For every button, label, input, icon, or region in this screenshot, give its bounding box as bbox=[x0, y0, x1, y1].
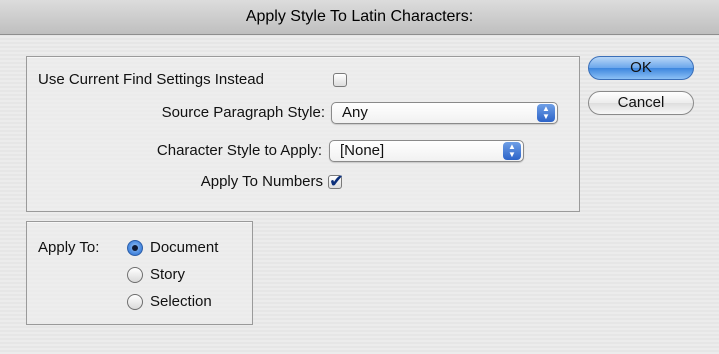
radio-label-story: Story bbox=[150, 266, 186, 283]
character-style-value: [None] bbox=[340, 142, 385, 159]
dialog-title: Apply Style To Latin Characters: bbox=[0, 0, 719, 35]
radio-option-document[interactable]: Document bbox=[127, 236, 247, 260]
dialog-window: Apply Style To Latin Characters: Use Cur… bbox=[0, 0, 719, 354]
character-style-select[interactable]: [None] ▲ ▼ bbox=[329, 140, 524, 162]
use-current-find-checkbox[interactable] bbox=[333, 73, 347, 87]
radio-selected-icon[interactable] bbox=[127, 240, 143, 256]
radio-label-document: Document bbox=[150, 239, 219, 256]
apply-numbers-label: Apply To Numbers bbox=[200, 173, 323, 190]
character-style-label: Character Style to Apply: bbox=[156, 142, 322, 159]
radio-unselected-icon[interactable] bbox=[127, 294, 143, 310]
source-paragraph-value: Any bbox=[342, 104, 368, 121]
ok-button[interactable]: OK bbox=[588, 56, 694, 80]
source-paragraph-select[interactable]: Any ▲ ▼ bbox=[331, 102, 558, 124]
apply-numbers-row: Apply To Numbers bbox=[0, 169, 570, 194]
radio-unselected-icon[interactable] bbox=[127, 267, 143, 283]
select-arrows-icon: ▲ ▼ bbox=[503, 142, 521, 160]
radio-label-selection: Selection bbox=[150, 293, 212, 310]
apply-to-label-row: Apply To: bbox=[38, 236, 118, 260]
use-current-find-row: Use Current Find Settings Instead bbox=[38, 68, 368, 92]
cancel-button[interactable]: Cancel bbox=[588, 91, 694, 115]
source-paragraph-label: Source Paragraph Style: bbox=[161, 104, 325, 121]
apply-to-label: Apply To: bbox=[38, 239, 100, 256]
radio-option-selection[interactable]: Selection bbox=[127, 290, 247, 314]
apply-numbers-checkbox[interactable] bbox=[328, 169, 344, 193]
radio-option-story[interactable]: Story bbox=[127, 263, 247, 287]
source-paragraph-row: Source Paragraph Style: Any ▲ ▼ bbox=[0, 101, 570, 125]
use-current-find-label: Use Current Find Settings Instead bbox=[38, 71, 264, 88]
character-style-row: Character Style to Apply: [None] ▲ ▼ bbox=[0, 139, 570, 163]
select-arrows-icon: ▲ ▼ bbox=[537, 104, 555, 122]
